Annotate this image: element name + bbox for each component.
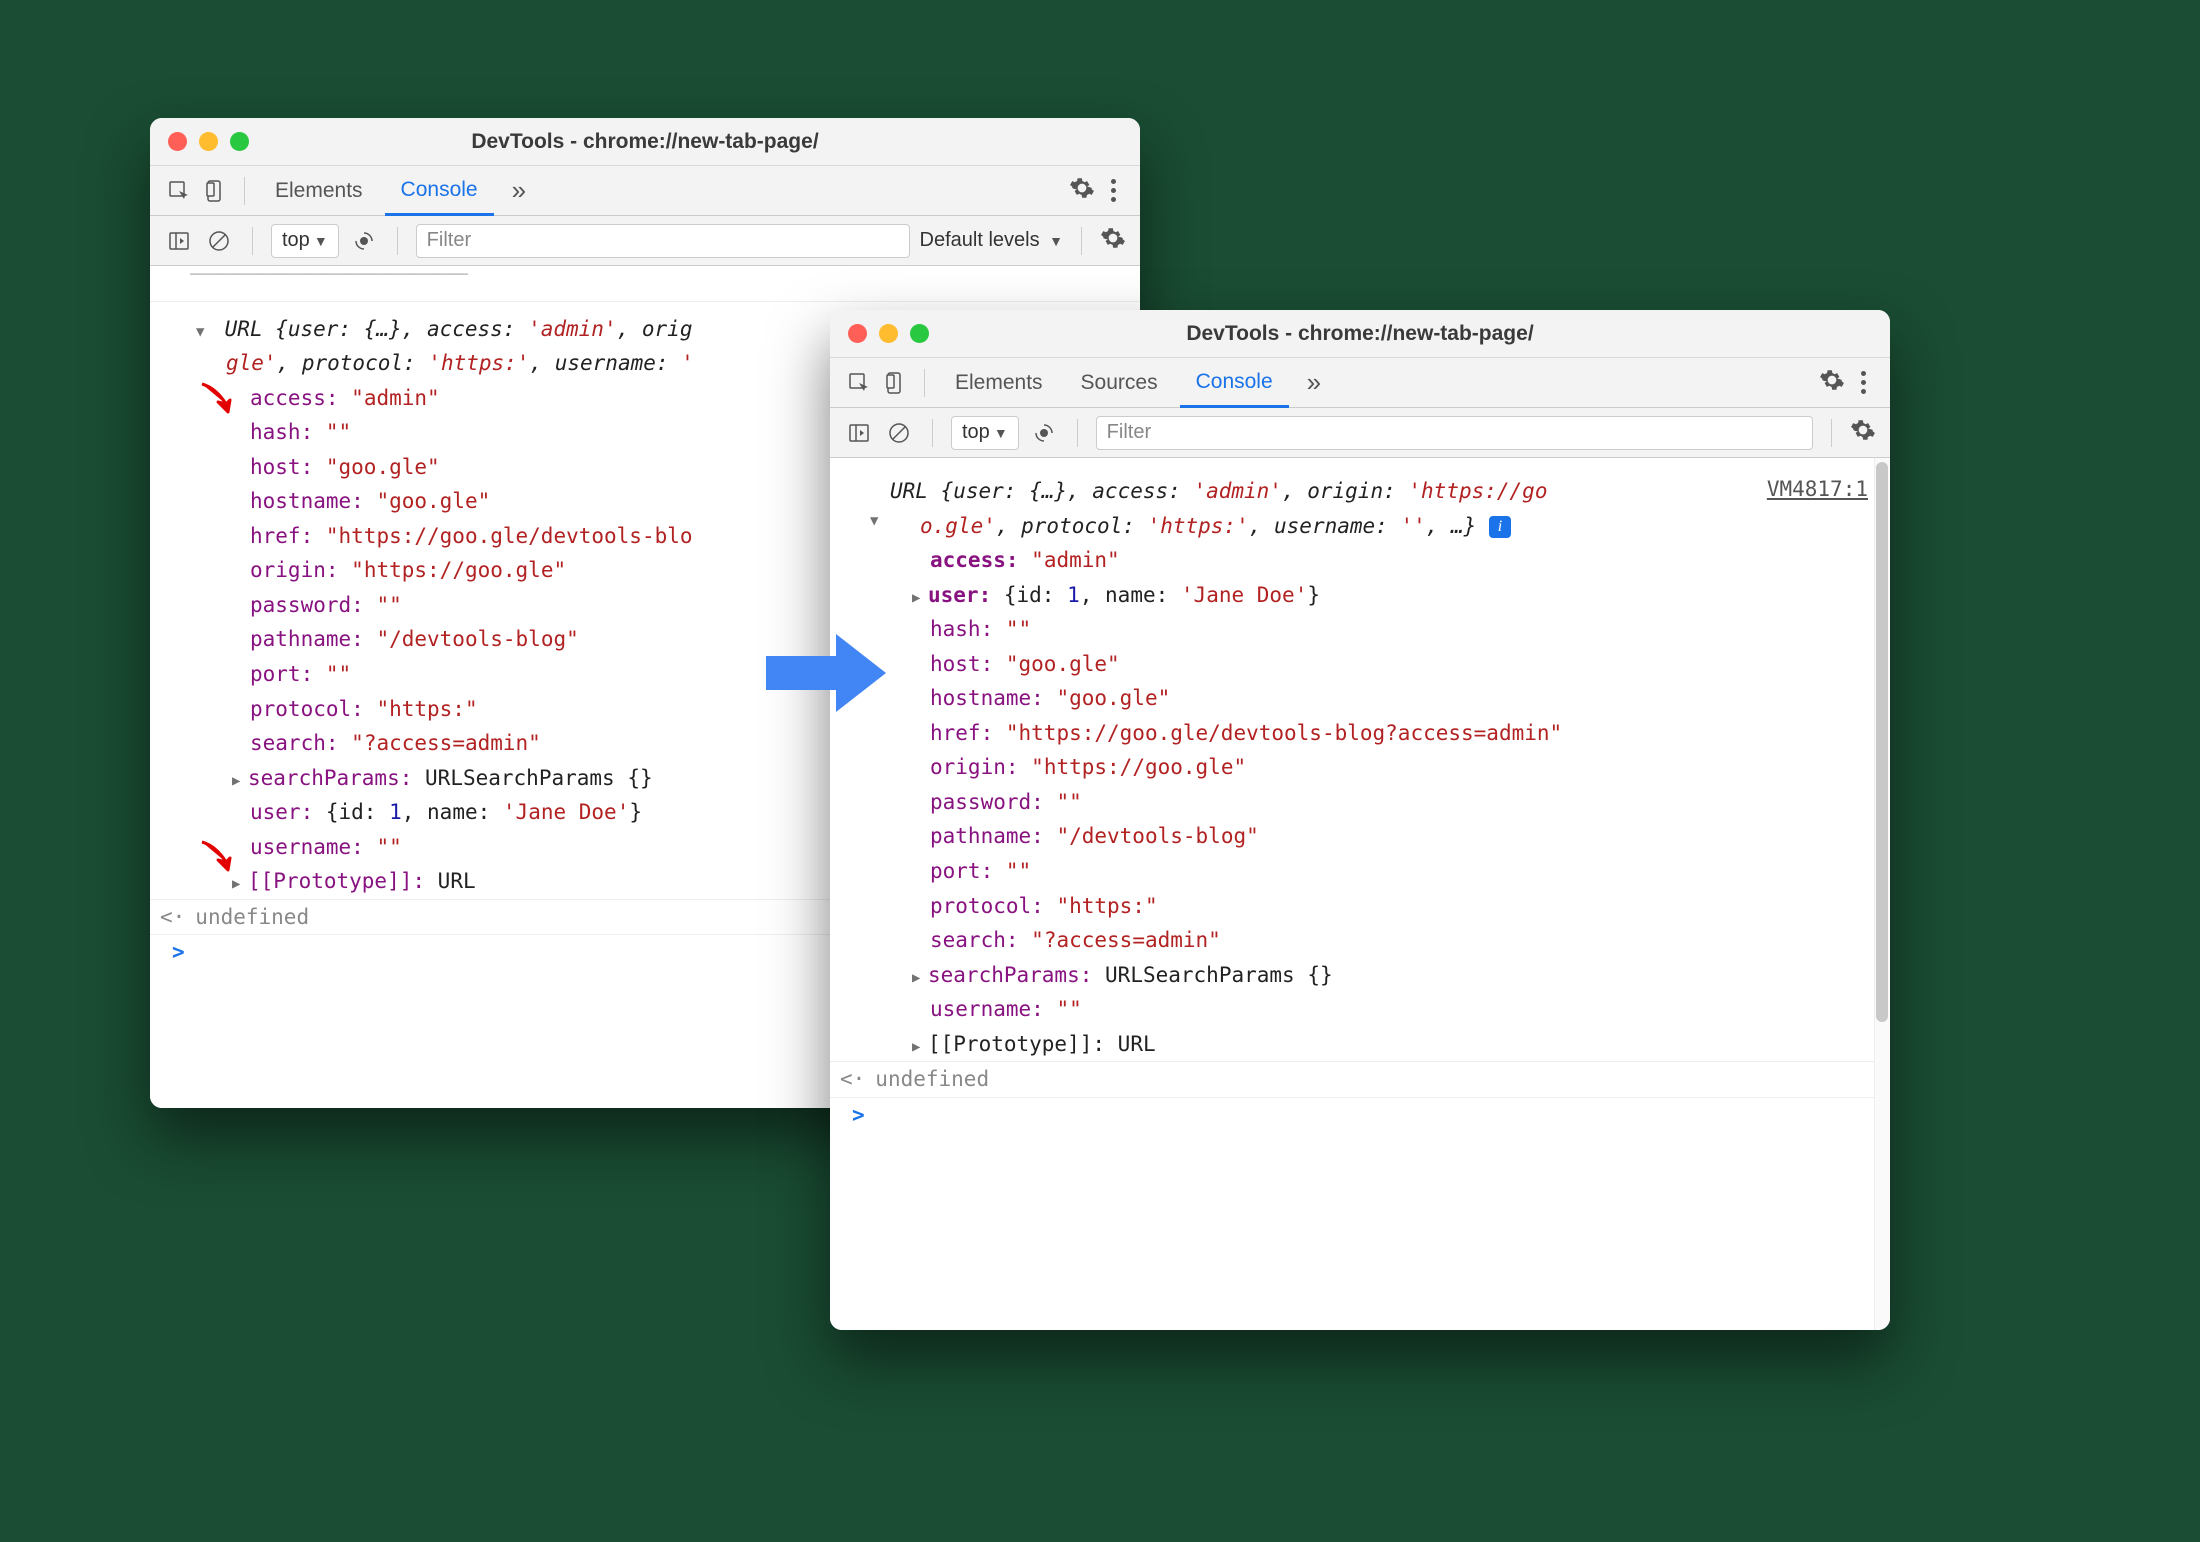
close-dot[interactable]: [848, 324, 867, 343]
close-dot[interactable]: [168, 132, 187, 151]
context-selector[interactable]: top▼: [951, 416, 1019, 450]
console-toolbar: top▼ Filter Default levels ▼: [150, 216, 1140, 266]
prop-pathname: pathname: "/devtools-blog": [830, 819, 1890, 854]
titlebar[interactable]: DevTools - chrome://new-tab-page/: [150, 118, 1140, 166]
expand-icon[interactable]: ▼: [870, 511, 886, 533]
expand-icon[interactable]: ▼: [196, 322, 212, 344]
device-icon[interactable]: [880, 368, 910, 398]
prop-port: port: "": [830, 854, 1890, 889]
filter-input[interactable]: Filter: [416, 224, 910, 258]
prop-password: password: "": [830, 785, 1890, 820]
scrollbar-thumb[interactable]: [1876, 462, 1888, 1022]
expand-icon[interactable]: ▶: [912, 968, 928, 990]
tab-console[interactable]: Console: [385, 167, 494, 216]
window-controls: [168, 132, 249, 151]
window-title: DevTools - chrome://new-tab-page/: [830, 322, 1890, 346]
expand-icon[interactable]: ▶: [912, 588, 928, 610]
prop-href: href: "https://goo.gle/devtools-blog?acc…: [830, 716, 1890, 751]
divider: [1077, 419, 1078, 447]
window-controls: [848, 324, 929, 343]
prop-searchparams[interactable]: ▶searchParams: URLSearchParams {}: [830, 958, 1890, 993]
device-icon[interactable]: [200, 176, 230, 206]
prop-hostname: hostname: "goo.gle": [830, 681, 1890, 716]
divider: [252, 227, 253, 255]
more-tabs[interactable]: »: [1295, 367, 1333, 398]
settings-icon[interactable]: [1069, 175, 1095, 206]
zoom-dot[interactable]: [230, 132, 249, 151]
expand-icon[interactable]: ▶: [232, 771, 248, 793]
live-expression-icon[interactable]: [349, 226, 379, 256]
object-summary-line2: o.gle', protocol: 'https:', username: ''…: [830, 509, 1890, 544]
prop-origin: origin: "https://goo.gle": [830, 750, 1890, 785]
devtools-window-after: DevTools - chrome://new-tab-page/ Elemen…: [830, 310, 1890, 1330]
console-settings-icon[interactable]: [1850, 417, 1876, 449]
prop-access: access: "admin": [830, 543, 1890, 578]
titlebar[interactable]: DevTools - chrome://new-tab-page/: [830, 310, 1890, 358]
divider: [924, 369, 925, 397]
context-selector[interactable]: top▼: [271, 224, 339, 258]
sidebar-toggle-icon[interactable]: [164, 226, 194, 256]
tab-console[interactable]: Console: [1180, 359, 1289, 408]
source-link[interactable]: VM4817:1: [1767, 473, 1878, 506]
console-toolbar: top▼ Filter: [830, 408, 1890, 458]
live-expression-icon[interactable]: [1029, 418, 1059, 448]
scrollbar[interactable]: [1874, 458, 1890, 1330]
tab-bar: Elements Sources Console »: [830, 358, 1890, 408]
expand-icon[interactable]: ▶: [232, 874, 248, 896]
prompt[interactable]: >: [830, 1098, 1890, 1133]
prop-prototype[interactable]: ▶[[Prototype]]: URL: [830, 1027, 1890, 1063]
annotation-arrow-icon: [198, 378, 238, 418]
info-badge-icon[interactable]: i: [1489, 516, 1511, 538]
prop-hash: hash: "": [830, 612, 1890, 647]
prop-search: search: "?access=admin": [830, 923, 1890, 958]
window-title: DevTools - chrome://new-tab-page/: [150, 130, 1140, 154]
clear-console-icon[interactable]: [884, 418, 914, 448]
divider: [397, 227, 398, 255]
prop-user[interactable]: ▶user: {id: 1, name: 'Jane Doe'}: [830, 578, 1890, 613]
zoom-dot[interactable]: [910, 324, 929, 343]
minimize-dot[interactable]: [879, 324, 898, 343]
minimize-dot[interactable]: [199, 132, 218, 151]
annotation-arrow-icon: [198, 836, 238, 876]
menu-icon[interactable]: [1861, 371, 1866, 394]
prop-protocol: protocol: "https:": [830, 889, 1890, 924]
console-output[interactable]: VM4817:1 ▼ URL {user: {…}, access: 'admi…: [830, 458, 1890, 1330]
filter-input[interactable]: Filter: [1096, 416, 1813, 450]
tab-elements[interactable]: Elements: [259, 166, 379, 215]
divider: [1081, 227, 1082, 255]
menu-icon[interactable]: [1111, 179, 1116, 202]
settings-icon[interactable]: [1819, 367, 1845, 398]
truncated-line: ‾‾‾‾‾‾‾‾‾‾‾‾‾‾‾‾‾‾‾‾‾‾: [150, 266, 1140, 302]
divider: [244, 177, 245, 205]
log-levels[interactable]: Default levels ▼: [920, 229, 1063, 252]
tab-sources[interactable]: Sources: [1065, 358, 1174, 407]
result-row: <·undefined: [830, 1062, 1890, 1098]
transition-arrow-icon: [766, 628, 886, 718]
object-summary[interactable]: ▼ URL {user: {…}, access: 'admin', origi…: [830, 474, 1890, 509]
prop-host: host: "goo.gle": [830, 647, 1890, 682]
divider: [932, 419, 933, 447]
prop-username: username: "": [830, 992, 1890, 1027]
expand-icon[interactable]: ▶: [912, 1037, 928, 1059]
inspect-icon[interactable]: [844, 368, 874, 398]
console-settings-icon[interactable]: [1100, 225, 1126, 257]
divider: [1831, 419, 1832, 447]
clear-console-icon[interactable]: [204, 226, 234, 256]
more-tabs[interactable]: »: [500, 175, 538, 206]
sidebar-toggle-icon[interactable]: [844, 418, 874, 448]
inspect-icon[interactable]: [164, 176, 194, 206]
tab-bar: Elements Console »: [150, 166, 1140, 216]
tab-elements[interactable]: Elements: [939, 358, 1059, 407]
